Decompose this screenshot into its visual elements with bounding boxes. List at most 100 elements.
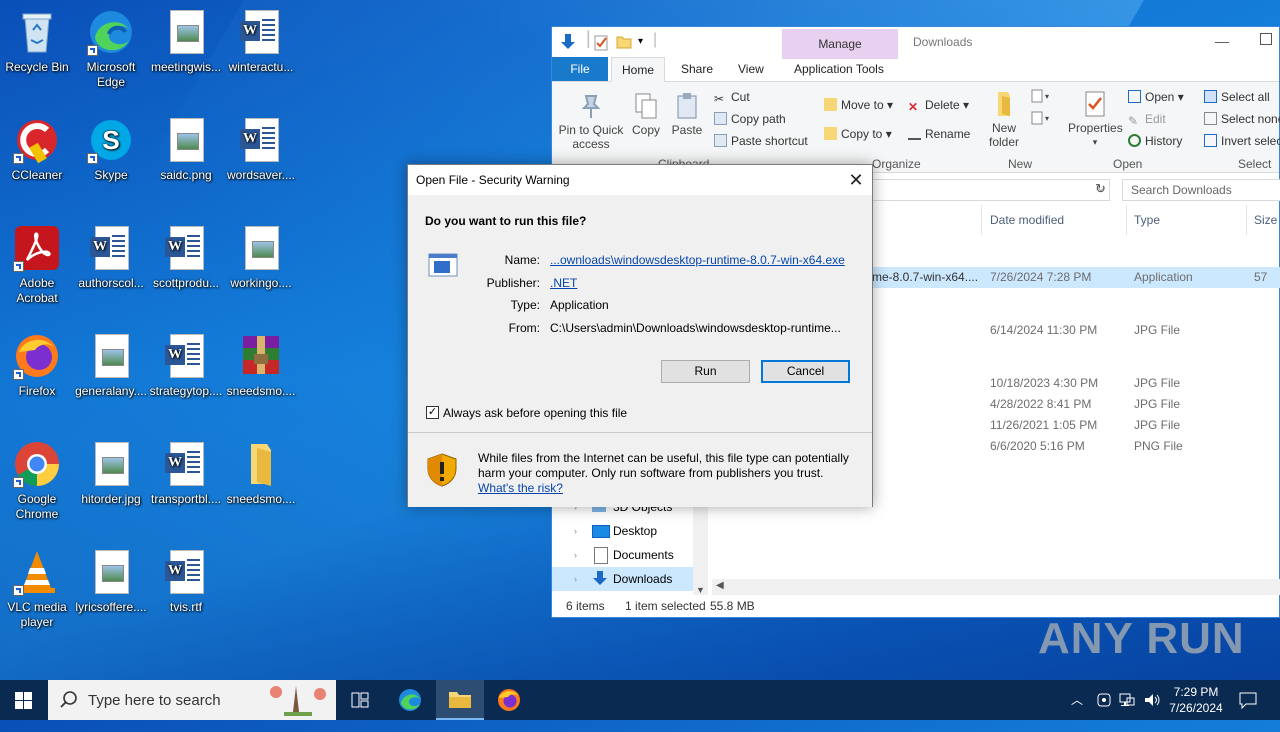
network-icon[interactable] <box>1119 692 1135 732</box>
taskbar-search-box[interactable]: Type here to search <box>48 680 336 720</box>
move-to-button[interactable]: Move to ▾ <box>824 98 893 112</box>
tab-file[interactable]: File <box>552 57 608 81</box>
file-type: JPG File <box>1134 376 1181 390</box>
desktop-icon-label: generalany.... <box>75 384 147 398</box>
new-folder-button[interactable]: New folder <box>984 90 1024 149</box>
pin-quick-access-button[interactable]: Pin to Quick access <box>558 92 624 151</box>
always-ask-checkbox[interactable]: ✓ <box>426 406 439 419</box>
scroll-left-icon[interactable]: ◀ <box>716 580 724 591</box>
new-item-icon[interactable]: ▾ <box>1030 88 1054 107</box>
file-date: 7/26/2024 7:28 PM <box>990 270 1092 284</box>
notifications-icon[interactable] <box>1238 691 1258 731</box>
tray-overflow-icon[interactable]: ︿ <box>1071 680 1083 720</box>
address-bar[interactable]: ⌵ <box>870 179 1110 201</box>
history-button[interactable]: History <box>1128 134 1182 148</box>
search-input[interactable]: Search Downloads <box>1122 179 1280 201</box>
desktop-icon-ccleaner[interactable]: CCleaner <box>0 116 74 183</box>
file-name-link[interactable]: ...ownloads\windowsdesktop-runtime-8.0.7… <box>550 253 845 267</box>
select-all-button[interactable]: Select all <box>1204 90 1270 104</box>
tab-application-tools[interactable]: Application Tools <box>784 57 894 81</box>
nav-scrollbar[interactable]: ▼ <box>693 505 708 595</box>
run-button[interactable]: Run <box>661 360 750 383</box>
tab-view[interactable]: View <box>728 57 774 81</box>
desktop-icon-hitorder[interactable]: hitorder.jpg <box>74 440 148 507</box>
easy-access-icon[interactable]: ▾ <box>1030 110 1054 129</box>
taskbar-firefox[interactable] <box>486 680 534 720</box>
paste-button[interactable]: Paste <box>669 92 705 137</box>
desktop-icon-saidc[interactable]: saidc.png <box>149 116 223 183</box>
refresh-icon[interactable]: ↻ <box>1095 181 1106 197</box>
word-doc-icon: W <box>237 8 285 56</box>
copy-button[interactable]: Copy <box>628 92 664 137</box>
desktop-icon-sneedsmo-folder[interactable]: sneedsmo.... <box>224 440 298 507</box>
column-header-size[interactable]: Size <box>1254 213 1277 227</box>
maximize-button[interactable] <box>1260 33 1272 45</box>
taskbar-edge[interactable] <box>386 680 434 720</box>
desktop-icon-sneedsmo-rar[interactable]: sneedsmo.... <box>224 332 298 399</box>
network-sync-icon[interactable] <box>1096 692 1112 732</box>
properties-icon <box>1068 90 1122 121</box>
file-size: 57 <box>1254 270 1268 284</box>
desktop-icon-authorscol[interactable]: W authorscol... <box>74 224 148 291</box>
tab-home[interactable]: Home <box>611 57 666 82</box>
new-folder-quick-icon[interactable] <box>616 35 632 52</box>
horizontal-scrollbar[interactable]: ◀ <box>712 579 1280 595</box>
desktop-icon-label: Microsoft Edge <box>86 60 136 89</box>
column-header-type[interactable]: Type <box>1134 213 1160 227</box>
volume-icon[interactable] <box>1143 691 1161 731</box>
column-header-date[interactable]: Date modified <box>990 213 1064 227</box>
desktop-icon-workingo[interactable]: workingo.... <box>224 224 298 291</box>
desktop-icon-edge[interactable]: Microsoft Edge <box>74 8 148 90</box>
desktop-icon-strategytop[interactable]: W strategytop.... <box>149 332 223 399</box>
paste-shortcut-button[interactable]: Paste shortcut <box>714 134 808 148</box>
properties-quick-icon[interactable] <box>594 35 608 54</box>
nav-item-desktop[interactable]: › Desktop <box>552 519 708 543</box>
copy-to-button[interactable]: Copy to ▾ <box>824 127 892 141</box>
properties-button[interactable]: Properties ▾ <box>1068 90 1123 149</box>
nav-item-downloads[interactable]: › Downloads <box>552 567 708 591</box>
file-type: JPG File <box>1134 323 1181 337</box>
clock[interactable]: 7:29 PM 7/26/2024 <box>1166 680 1226 724</box>
manage-context-tab[interactable]: Manage <box>782 29 898 59</box>
taskbar-search-placeholder: Type here to search <box>88 692 221 709</box>
desktop-icon-skype[interactable]: S Skype <box>74 116 148 183</box>
file-explorer-icon <box>448 689 472 712</box>
desktop-icon-tvis[interactable]: W tvis.rtf <box>149 548 223 615</box>
desktop-icon-generalany[interactable]: generalany.... <box>74 332 148 399</box>
rename-button[interactable]: Rename <box>908 127 970 141</box>
delete-button[interactable]: ✕ Delete ▾ <box>908 98 969 114</box>
open-button[interactable]: Open ▾ <box>1128 90 1184 104</box>
minimize-button[interactable]: — <box>1215 33 1229 49</box>
cancel-button[interactable]: Cancel <box>761 360 850 383</box>
desktop-icon-wordsaver[interactable]: W wordsaver.... <box>224 116 298 183</box>
desktop-icon-vlc[interactable]: VLC media player <box>0 548 74 630</box>
task-view-button[interactable] <box>336 680 384 720</box>
edit-button[interactable]: ✎ Edit <box>1128 112 1166 128</box>
desktop-icon-scottprodu[interactable]: W scottprodu... <box>149 224 223 291</box>
select-none-button[interactable]: Select none <box>1204 112 1280 126</box>
nav-item-documents[interactable]: › Documents <box>552 543 708 567</box>
publisher-link[interactable]: .NET <box>550 276 577 290</box>
desktop-icon-lyricsoffere[interactable]: lyricsoffere.... <box>74 548 148 615</box>
desktop-icon-meetingwis[interactable]: meetingwis... <box>149 8 223 75</box>
scroll-down-icon[interactable]: ▼ <box>696 585 705 595</box>
download-arrow-icon[interactable] <box>560 33 576 54</box>
cut-button[interactable]: ✂ Cut <box>714 90 750 106</box>
file-type: JPG File <box>1134 397 1181 411</box>
close-icon[interactable]: ✕ <box>840 165 872 195</box>
start-button[interactable] <box>0 680 48 720</box>
copy-path-button[interactable]: Copy path <box>714 112 786 126</box>
desktop-icon-google-chrome[interactable]: Google Chrome <box>0 440 74 522</box>
desktop-icon-firefox[interactable]: Firefox <box>0 332 74 399</box>
desktop-icon-recycle-bin[interactable]: Recycle Bin <box>0 8 74 75</box>
desktop-icon-adobe-acrobat[interactable]: Adobe Acrobat <box>0 224 74 306</box>
desktop-icon-winteractu[interactable]: W winteractu... <box>224 8 298 75</box>
tab-share[interactable]: Share <box>671 57 723 81</box>
desktop-icon-transportbl[interactable]: W transportbl.... <box>149 440 223 507</box>
desktop-icon-label: Skype <box>94 168 128 182</box>
dialog-footer: While files from the Internet can be use… <box>408 433 872 507</box>
whats-the-risk-link[interactable]: What's the risk? <box>478 481 563 495</box>
invert-selection-button[interactable]: Invert selec <box>1204 134 1280 148</box>
taskbar-file-explorer[interactable] <box>436 680 484 720</box>
customize-toolbar-icon[interactable]: ▾ <box>638 36 643 47</box>
